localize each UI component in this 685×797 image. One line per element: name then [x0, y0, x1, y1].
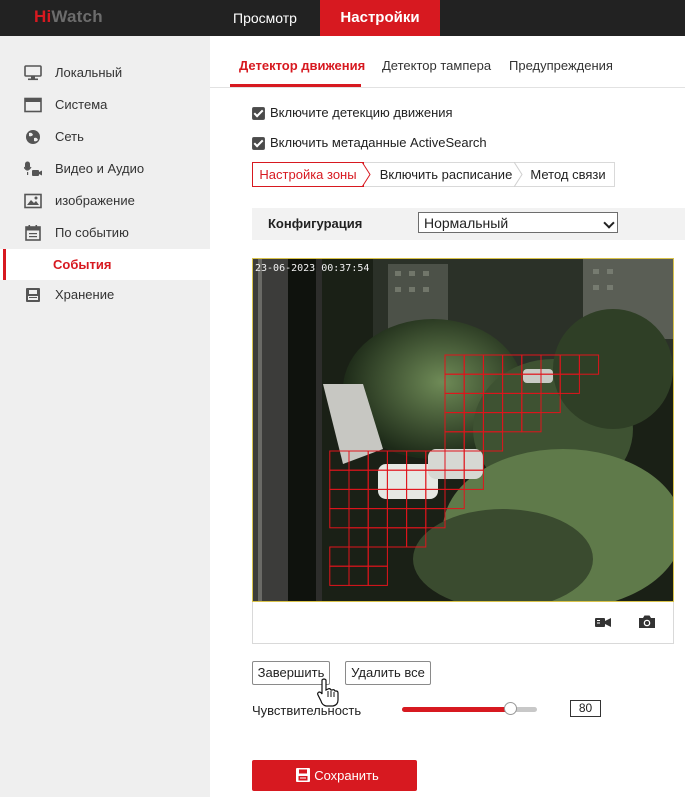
nav-tab-view[interactable]: Просмотр	[210, 0, 320, 36]
sidebar-item-events[interactable]: По событию	[0, 217, 210, 249]
record-video-icon[interactable]	[595, 615, 611, 629]
step-linkage-method[interactable]: Метод связи	[526, 163, 610, 187]
step-enable-schedule[interactable]: Включить расписание	[376, 163, 516, 187]
nav-tab-settings[interactable]: Настройки	[320, 0, 440, 36]
event-subtabs: Детектор движения Детектор тампера Преду…	[210, 36, 685, 88]
enable-motion-checkbox[interactable]	[252, 107, 265, 120]
brand-logo: HiWatch	[34, 7, 103, 26]
delete-all-button[interactable]: Удалить все	[345, 661, 431, 685]
active-indicator	[3, 249, 6, 280]
tab-warnings[interactable]: Предупреждения	[509, 58, 613, 73]
chevron-down-icon	[603, 217, 615, 229]
sensitivity-label: Чувствительность	[252, 703, 362, 718]
sidebar-item-label: Система	[55, 97, 108, 112]
camera-scene: 23-06-2023 00:37:54	[253, 259, 673, 601]
step-zone-setup[interactable]: Настройка зоны	[252, 162, 364, 187]
sidebar-item-label: По событию	[55, 225, 129, 240]
sidebar-item-storage[interactable]: Хранение	[0, 279, 210, 311]
globe-icon	[26, 130, 40, 144]
tab-motion-detection[interactable]: Детектор движения	[239, 58, 365, 73]
sensitivity-value-input[interactable]: 80	[570, 700, 601, 717]
video-preview[interactable]: 23-06-2023 00:37:54	[252, 258, 674, 602]
main-content: Детектор движения Детектор тампера Преду…	[210, 36, 685, 797]
sidebar-item-network[interactable]: Сеть	[0, 121, 210, 153]
sensitivity-slider[interactable]	[402, 702, 537, 715]
save-button[interactable]: Сохранить	[252, 760, 417, 791]
video-timestamp: 23-06-2023 00:37:54	[255, 263, 369, 274]
save-disk-icon	[296, 768, 310, 782]
storage-icon	[26, 288, 40, 302]
sidebar: Локальный Система Сеть Видео и Аудио изо…	[0, 36, 210, 797]
calendar-icon	[25, 225, 41, 241]
sidebar-item-label: изображение	[55, 193, 135, 208]
system-window-icon	[24, 97, 42, 113]
sidebar-item-label: Локальный	[55, 65, 123, 80]
mic-camera-icon	[24, 161, 42, 176]
sidebar-subitem-label: События	[53, 257, 112, 272]
sidebar-item-label: Сеть	[55, 129, 84, 144]
config-row: Конфигурация Нормальный	[252, 208, 685, 240]
active-tab-underline	[230, 84, 361, 87]
enable-metadata-label: Включить метаданные ActiveSearch	[270, 135, 487, 150]
sidebar-item-video-audio[interactable]: Видео и Аудио	[0, 153, 210, 185]
sidebar-item-label: Видео и Аудио	[55, 161, 145, 176]
sensitivity-slider-fill	[402, 707, 510, 712]
sensitivity-slider-thumb[interactable]	[504, 702, 517, 715]
config-label: Конфигурация	[268, 216, 363, 231]
config-selected-value: Нормальный	[424, 215, 509, 231]
monitor-icon	[24, 65, 42, 81]
video-toolbar	[252, 602, 674, 644]
config-select[interactable]: Нормальный	[418, 212, 618, 233]
sidebar-item-local[interactable]: Локальный	[0, 57, 210, 89]
sidebar-item-system[interactable]: Система	[0, 89, 210, 121]
top-bar: HiWatch Просмотр Настройки	[0, 0, 685, 36]
step-chevron-icon	[362, 162, 371, 187]
sidebar-subitem-events[interactable]: События	[0, 249, 210, 280]
save-button-label: Сохранить	[314, 768, 379, 783]
enable-motion-label: Включите детекцию движения	[270, 105, 453, 120]
snapshot-camera-icon[interactable]	[638, 614, 656, 629]
tab-tamper-detection[interactable]: Детектор тампера	[382, 58, 491, 73]
sidebar-item-label: Хранение	[55, 287, 115, 302]
image-icon	[24, 193, 42, 209]
enable-metadata-checkbox[interactable]	[252, 137, 265, 150]
sidebar-item-image[interactable]: изображение	[0, 185, 210, 217]
